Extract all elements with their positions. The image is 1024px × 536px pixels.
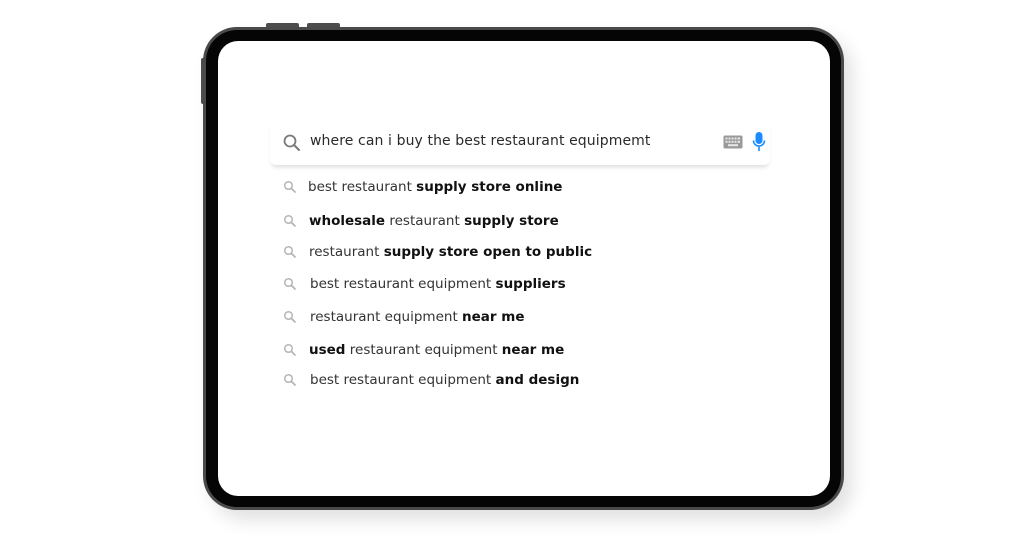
- search-input[interactable]: where can i buy the best restaurant equi…: [310, 133, 651, 149]
- tablet-bezel: [206, 30, 841, 507]
- suggestion-item[interactable]: best restaurant equipment suppliers: [283, 273, 566, 295]
- suggestion-item[interactable]: restaurant supply store open to public: [283, 241, 592, 263]
- suggestion-highlight: supply store: [464, 213, 559, 229]
- microphone-icon[interactable]: [752, 131, 766, 153]
- keyboard-icon[interactable]: [723, 135, 743, 149]
- suggestion-segment: best restaurant equipment: [310, 372, 496, 388]
- suggestion-highlight: supply store open to public: [383, 244, 593, 260]
- suggestion-text: used restaurant equipment near me: [309, 342, 564, 358]
- tablet-frame: [203, 27, 844, 510]
- suggestion-highlight: near me: [462, 309, 525, 325]
- suggestion-segment: restaurant: [385, 213, 465, 229]
- suggestion-text: best restaurant equipment and design: [310, 372, 579, 388]
- suggestion-segment: restaurant: [309, 244, 384, 260]
- suggestion-item[interactable]: best restaurant equipment and design: [283, 369, 579, 391]
- search-icon: [283, 180, 296, 193]
- suggestion-segment: restaurant equipment: [310, 309, 463, 325]
- suggestion-segment: restaurant equipment: [345, 342, 502, 358]
- search-icon: [283, 134, 300, 151]
- suggestion-text: restaurant supply store open to public: [309, 244, 592, 260]
- suggestion-highlight: used: [309, 342, 346, 358]
- suggestion-segment: best restaurant equipment: [310, 276, 496, 292]
- suggestion-highlight: and design: [495, 372, 580, 388]
- search-icon: [283, 310, 296, 323]
- suggestion-text: best restaurant supply store online: [308, 179, 562, 195]
- suggestion-item[interactable]: best restaurant supply store online: [283, 176, 562, 198]
- suggestion-highlight: wholesale: [309, 213, 386, 229]
- suggestion-text: best restaurant equipment suppliers: [310, 276, 566, 292]
- suggestion-item[interactable]: restaurant equipment near me: [283, 306, 525, 328]
- suggestion-text: restaurant equipment near me: [310, 309, 525, 325]
- suggestion-highlight: near me: [501, 342, 565, 358]
- suggestion-text: wholesale restaurant supply store: [309, 213, 559, 229]
- search-icon: [283, 373, 296, 386]
- search-icon: [283, 214, 296, 227]
- suggestion-highlight: suppliers: [495, 276, 566, 292]
- suggestion-item[interactable]: used restaurant equipment near me: [283, 339, 564, 361]
- suggestion-segment: best restaurant: [308, 179, 417, 195]
- search-bar[interactable]: where can i buy the best restaurant equi…: [270, 121, 770, 165]
- search-icon: [283, 277, 296, 290]
- suggestion-highlight: supply store online: [416, 179, 563, 195]
- search-icon: [283, 343, 296, 356]
- suggestion-item[interactable]: wholesale restaurant supply store: [283, 210, 559, 232]
- search-icon: [283, 245, 296, 258]
- tablet-screen: [218, 41, 830, 496]
